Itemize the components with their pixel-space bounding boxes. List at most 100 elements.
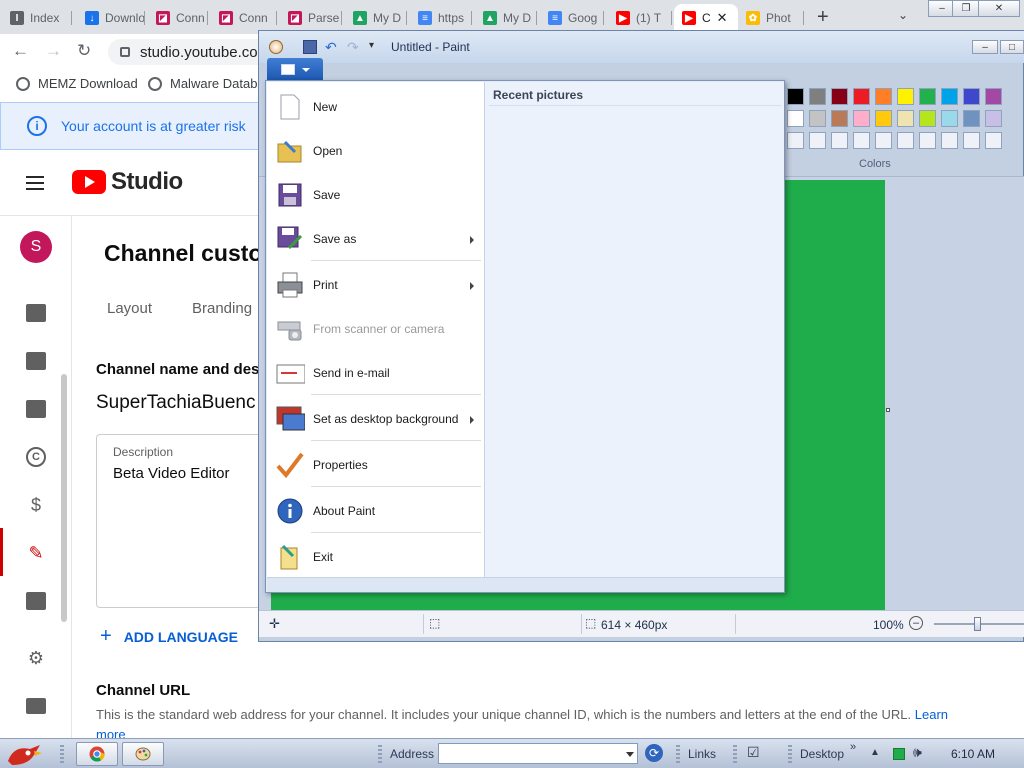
custom-color-slot[interactable] (897, 132, 914, 149)
toolbar-grip[interactable] (733, 745, 737, 763)
custom-color-slot[interactable] (919, 132, 936, 149)
address-dropdown-icon[interactable] (626, 752, 634, 757)
menu-item-new[interactable]: New (267, 84, 484, 128)
reload-icon[interactable]: ↻ (77, 41, 91, 61)
color-swatch[interactable] (853, 110, 870, 127)
copyright-icon[interactable]: C (24, 445, 48, 469)
toolbar-grip[interactable] (788, 745, 792, 763)
taskbar-address-input[interactable] (438, 743, 638, 764)
toolbar-grip[interactable] (60, 745, 64, 763)
custom-color-slot[interactable] (831, 132, 848, 149)
color-swatch[interactable] (919, 88, 936, 105)
custom-color-slot[interactable] (875, 132, 892, 149)
browser-tab[interactable]: ↓ Downloads (77, 4, 145, 32)
avatar[interactable]: S (20, 231, 52, 263)
zoom-slider-thumb[interactable] (974, 617, 981, 631)
paint-file-menu-button[interactable] (267, 58, 323, 81)
menu-item-from-scanner[interactable]: From scanner or camera (267, 306, 484, 350)
browser-tab[interactable]: ▶ (1) T (608, 4, 672, 32)
toolbar-grip[interactable] (378, 745, 382, 763)
comments-icon[interactable] (24, 349, 48, 373)
taskbar-clock[interactable]: 6:10 AM (951, 747, 995, 761)
color-swatch[interactable] (919, 110, 936, 127)
color-swatch[interactable] (853, 88, 870, 105)
start-bird-icon[interactable] (4, 741, 44, 767)
channel-name-field[interactable]: SuperTachiaBuenc (96, 392, 256, 414)
new-tab-button[interactable]: + (817, 6, 829, 29)
color-swatch[interactable] (875, 88, 892, 105)
undo-icon[interactable]: ↶ (325, 40, 339, 54)
color-swatch[interactable] (809, 110, 826, 127)
color-swatch[interactable] (787, 88, 804, 105)
custom-color-slot[interactable] (941, 132, 958, 149)
color-swatch[interactable] (831, 88, 848, 105)
forward-icon[interactable]: → (45, 41, 62, 61)
description-field[interactable]: Description Beta Video Editor (96, 434, 276, 608)
browser-tab[interactable]: ✿ Phot (738, 4, 804, 32)
customization-wand-icon[interactable]: ✎ (24, 541, 48, 565)
menu-item-about-paint[interactable]: About Paint (267, 488, 484, 532)
monetization-icon[interactable]: $ (24, 493, 48, 517)
network-icon[interactable] (893, 748, 905, 760)
color-swatch[interactable] (787, 110, 804, 127)
color-swatch[interactable] (985, 110, 1002, 127)
browser-tab[interactable]: ▲ My D (475, 4, 537, 32)
desktop-chevron-icon[interactable]: » (850, 741, 856, 753)
tray-expand-icon[interactable]: ▲ (870, 747, 880, 758)
feedback-icon[interactable] (24, 694, 48, 718)
menu-item-set-desktop-background[interactable]: Set as desktop background (267, 396, 484, 440)
color-swatch[interactable] (875, 110, 892, 127)
menu-item-exit[interactable]: Exit (267, 534, 484, 578)
zoom-out-button[interactable]: – (909, 616, 923, 630)
custom-color-slot[interactable] (809, 132, 826, 149)
color-swatch[interactable] (985, 88, 1002, 105)
redo-icon[interactable]: ↷ (347, 40, 361, 54)
color-swatch[interactable] (941, 88, 958, 105)
color-swatch[interactable] (809, 88, 826, 105)
add-language-button[interactable]: + ADD LANGUAGE (100, 625, 238, 648)
paint-maximize-button[interactable]: □ (1000, 40, 1024, 54)
taskbar-chrome-button[interactable] (76, 742, 118, 766)
custom-color-slot[interactable] (853, 132, 870, 149)
menu-item-properties[interactable]: Properties (267, 442, 484, 486)
back-icon[interactable]: ← (12, 41, 29, 61)
browser-tab[interactable]: ≡ Goog (540, 4, 604, 32)
bookmark-memz[interactable]: MEMZ Download (16, 76, 138, 91)
toolbar-grip[interactable] (676, 745, 680, 763)
browser-tab[interactable]: ▶ C ✕ (674, 4, 738, 32)
custom-color-slot[interactable] (787, 132, 804, 149)
tab-search-icon[interactable]: ⌄ (898, 8, 908, 22)
browser-tab[interactable]: ▲ My D (345, 4, 407, 32)
browser-tab[interactable]: ≡ https (410, 4, 472, 32)
tab-close-icon[interactable]: ✕ (717, 10, 728, 26)
customize-qa-icon[interactable]: ▾ (369, 40, 383, 54)
go-refresh-icon[interactable]: ⟳ (645, 744, 663, 762)
menu-item-send-email[interactable]: Send in e-mail (267, 350, 484, 394)
volume-icon[interactable]: 🕪 (913, 744, 922, 761)
color-swatch[interactable] (941, 110, 958, 127)
quick-save-icon[interactable] (303, 40, 317, 54)
hamburger-menu-icon[interactable] (26, 176, 44, 194)
color-swatch[interactable] (831, 110, 848, 127)
color-swatch[interactable] (963, 88, 980, 105)
tab-branding[interactable]: Branding (192, 300, 252, 317)
youtube-logo-icon[interactable] (72, 170, 106, 194)
audio-library-icon[interactable] (24, 589, 48, 613)
settings-gear-icon[interactable]: ⚙ (24, 646, 48, 670)
color-swatch[interactable] (897, 110, 914, 127)
analytics-icon[interactable] (24, 301, 48, 325)
quick-launch-icon[interactable]: ☑ (747, 744, 760, 761)
subtitles-icon[interactable] (24, 397, 48, 421)
sidebar-scrollbar[interactable] (61, 374, 67, 622)
menu-item-save[interactable]: Save (267, 172, 484, 216)
custom-color-slot[interactable] (985, 132, 1002, 149)
close-button[interactable]: ✕ (978, 0, 1020, 17)
menu-item-save-as[interactable]: Save as (267, 216, 484, 260)
color-swatch[interactable] (897, 88, 914, 105)
browser-tab[interactable]: ◪ Parse (280, 4, 342, 32)
restore-button[interactable]: ❐ (952, 0, 980, 17)
paint-minimize-button[interactable]: – (972, 40, 998, 54)
taskbar-paint-button[interactable] (122, 742, 164, 766)
browser-tab[interactable]: ◪ Conn (148, 4, 208, 32)
resize-handle[interactable] (886, 408, 890, 412)
